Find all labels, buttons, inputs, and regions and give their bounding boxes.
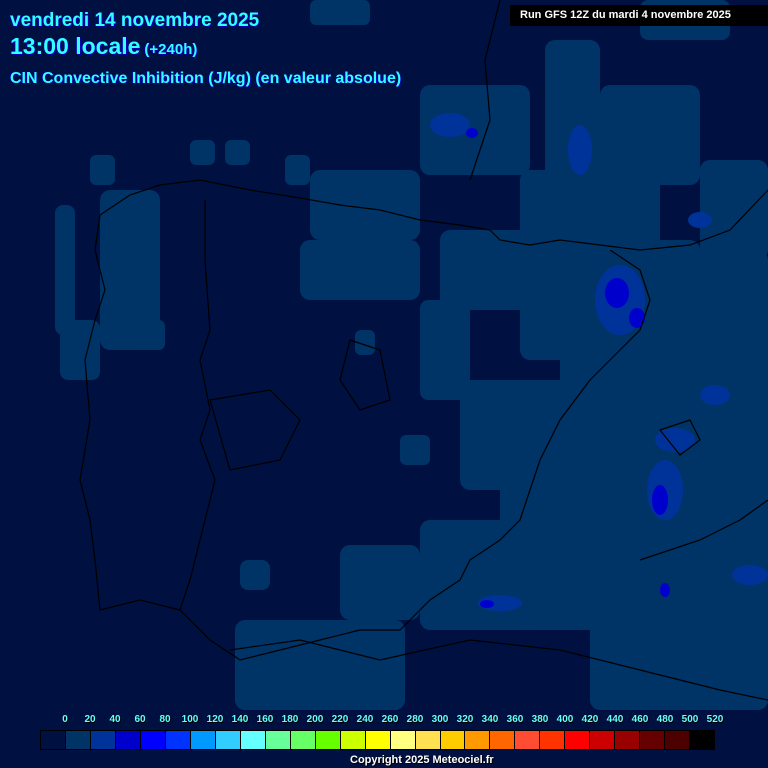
legend-label: 480: [656, 714, 674, 725]
legend-swatch: [465, 731, 491, 749]
legend-label: 360: [506, 714, 524, 725]
forecast-time: 13:00 locale (+240h): [10, 33, 197, 60]
legend-label: 320: [456, 714, 474, 725]
legend-label: 500: [681, 714, 699, 725]
legend-label: 0: [62, 714, 68, 725]
run-info: Run GFS 12Z du mardi 4 novembre 2025: [510, 5, 768, 26]
legend-label: 280: [406, 714, 424, 725]
legend-swatch: [690, 731, 715, 749]
legend-label: 180: [281, 714, 299, 725]
legend-swatch: [390, 731, 416, 749]
copyright: Copyright 2025 Meteociel.fr: [350, 754, 494, 766]
legend-label: 40: [109, 714, 121, 725]
legend-label: 80: [159, 714, 171, 725]
cin-map: [55, 0, 768, 710]
legend-label: 260: [381, 714, 399, 725]
legend-label: 160: [256, 714, 274, 725]
legend-swatch: [565, 731, 591, 749]
legend-label: 380: [531, 714, 549, 725]
local-time: 13:00 locale: [10, 33, 141, 59]
legend-swatch: [65, 731, 91, 749]
legend-swatch: [165, 731, 191, 749]
legend-label: 20: [84, 714, 96, 725]
legend-swatch: [115, 731, 141, 749]
legend-label: 220: [331, 714, 349, 725]
legend-label: 420: [581, 714, 599, 725]
legend-swatch: [90, 731, 116, 749]
legend-swatch: [240, 731, 266, 749]
parameter-title: CIN Convective Inhibition (J/kg) (en val…: [10, 70, 402, 87]
legend-swatch: [440, 731, 466, 749]
legend-label: 120: [206, 714, 224, 725]
legend-swatch: [640, 731, 666, 749]
legend-label: 400: [556, 714, 574, 725]
legend-label: 240: [356, 714, 374, 725]
legend-swatch: [490, 731, 516, 749]
legend-label: 60: [134, 714, 146, 725]
legend-swatch: [665, 731, 691, 749]
legend-label: 340: [481, 714, 499, 725]
legend-swatch: [315, 731, 341, 749]
legend-label: 520: [706, 714, 724, 725]
legend-swatch: [41, 731, 66, 749]
legend-label: 460: [631, 714, 649, 725]
legend-swatch: [290, 731, 316, 749]
legend-swatch: [365, 731, 391, 749]
color-legend: [40, 730, 715, 750]
forecast-date: vendredi 14 novembre 2025: [10, 10, 260, 31]
legend-swatch: [215, 731, 241, 749]
legend-swatch: [140, 731, 166, 749]
legend-swatch: [590, 731, 616, 749]
legend-swatch: [190, 731, 216, 749]
legend-label: 300: [431, 714, 449, 725]
legend-swatch: [415, 731, 441, 749]
legend-swatch: [515, 731, 541, 749]
legend-swatch: [540, 731, 566, 749]
legend-label: 140: [231, 714, 249, 725]
legend-label: 100: [181, 714, 199, 725]
legend-swatch: [615, 731, 641, 749]
legend-label: 200: [306, 714, 324, 725]
legend-swatch: [340, 731, 366, 749]
legend-label: 440: [606, 714, 624, 725]
legend-swatch: [265, 731, 291, 749]
lead-time: (+240h): [144, 41, 198, 58]
cin-20-40-areas: [55, 0, 768, 710]
